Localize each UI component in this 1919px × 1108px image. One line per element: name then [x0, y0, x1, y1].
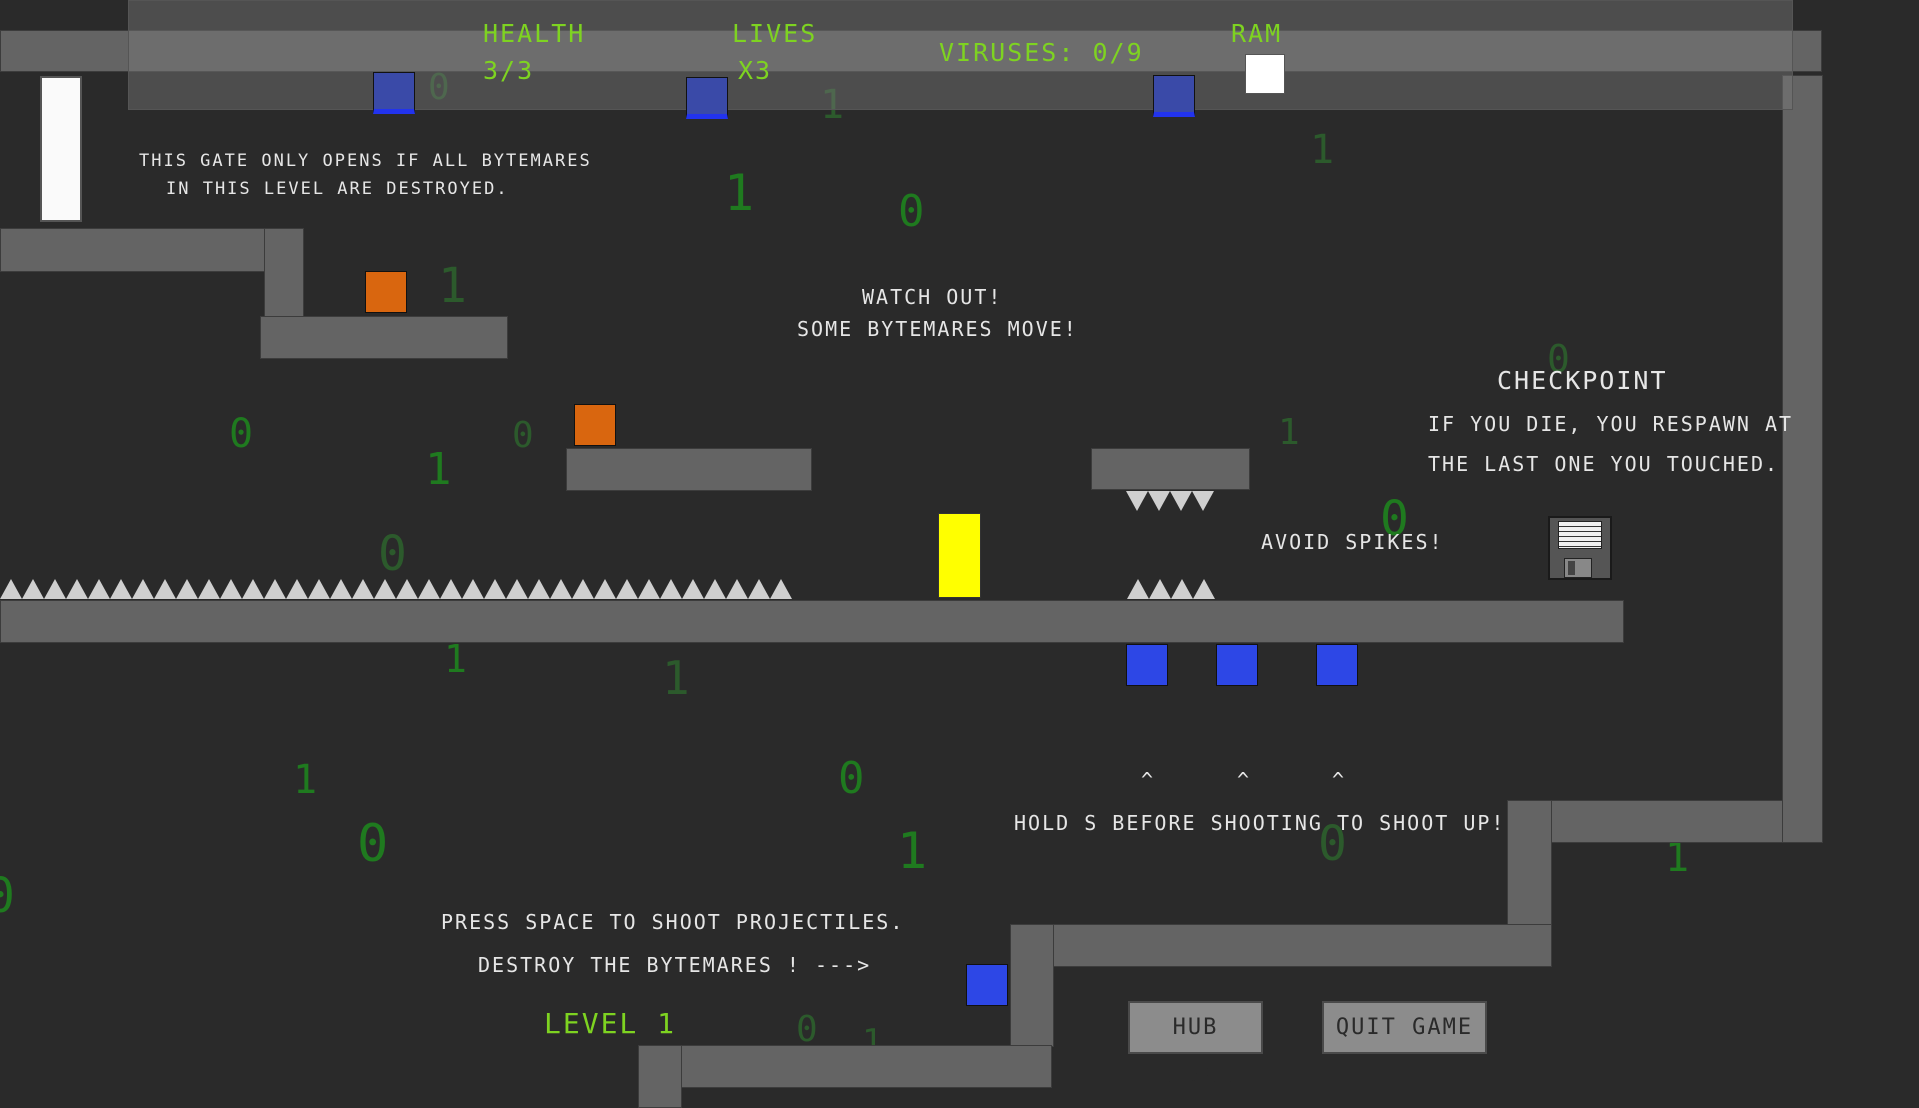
- bytemare-blue: [1216, 644, 1258, 686]
- bottom-floor: [680, 1045, 1052, 1088]
- bg-digit: 0: [378, 526, 407, 582]
- lower-middle-ledge: [1052, 924, 1552, 967]
- checkpoint-line1: IF YOU DIE, YOU RESPAWN AT: [1428, 412, 1794, 436]
- bg-digit: 0: [0, 868, 15, 924]
- health-value: 3/3: [483, 56, 535, 85]
- bytemare-orange: [365, 271, 407, 313]
- checkpoint-title: CHECKPOINT: [1497, 366, 1668, 395]
- lower-middle-step: [1010, 924, 1054, 1047]
- shoot-up-arrow: ^: [1141, 768, 1156, 792]
- bg-digit: 1: [1278, 412, 1300, 453]
- bytemare-blue: [1153, 75, 1195, 117]
- shoot-up-hint: HOLD S BEFORE SHOOTING TO SHOOT UP!: [1014, 811, 1506, 835]
- spike-platform: [1091, 448, 1250, 490]
- bg-digit: 1: [724, 164, 755, 222]
- bg-digit: 0: [357, 814, 389, 874]
- upper-platform: [260, 316, 508, 359]
- bytemare-blue: [1316, 644, 1358, 686]
- hub-level-button[interactable]: HUB LEVEL: [1128, 1001, 1263, 1089]
- bytemare-orange: [574, 404, 616, 446]
- middle-platform: [566, 448, 812, 491]
- bg-digit: 1: [662, 651, 690, 705]
- bg-digit: 1: [425, 444, 452, 495]
- ceiling-spikes: [1126, 491, 1214, 513]
- lower-right-ledge: [1550, 800, 1783, 843]
- bg-digit: 1: [897, 822, 928, 880]
- gate-hint-line2: IN THIS LEVEL ARE DESTROYED.: [166, 179, 509, 199]
- floor-spikes-left: [0, 579, 792, 601]
- watch-hint-line1: WATCH OUT!: [862, 285, 1003, 309]
- bg-digit: 1: [438, 258, 467, 314]
- bottom-step: [638, 1045, 682, 1108]
- gate-hint-line1: THIS GATE ONLY OPENS IF ALL BYTEMARES: [139, 151, 592, 171]
- bytemare-blue: [1126, 644, 1168, 686]
- bytemare-blue: [373, 72, 415, 114]
- shoot-hint-line2: DESTROY THE BYTEMARES ! --->: [478, 953, 872, 977]
- bg-digit: 0: [512, 415, 534, 456]
- checkpoint-floppy-icon: [1548, 516, 1612, 580]
- ledge-step: [264, 228, 304, 318]
- lower-right-step: [1507, 800, 1552, 928]
- level-label: LEVEL 1: [544, 1007, 677, 1040]
- checkpoint-line2: THE LAST ONE YOU TOUCHED.: [1428, 452, 1780, 476]
- quit-game-button[interactable]: QUIT GAME: [1322, 1001, 1487, 1054]
- viruses-counter: VIRUSES: 0/9: [939, 38, 1144, 67]
- main-floor: [0, 600, 1624, 643]
- lives-label: LIVES: [732, 19, 818, 48]
- bg-digit: 1: [1665, 835, 1690, 881]
- bg-digit: 0: [229, 411, 254, 457]
- bg-digit: 1: [444, 637, 467, 681]
- avoid-spikes-hint: AVOID SPIKES!: [1261, 530, 1444, 554]
- watch-hint-line2: SOME BYTEMARES MOVE!: [797, 317, 1078, 341]
- bg-digit: 1: [1310, 127, 1335, 173]
- bg-digit: 0: [796, 1009, 818, 1050]
- bg-digit: 0: [838, 753, 865, 804]
- floor-spikes-right: [1127, 579, 1215, 601]
- player: [938, 513, 981, 598]
- exit-gate: [40, 76, 82, 222]
- shoot-hint-line1: PRESS SPACE TO SHOOT PROJECTILES.: [441, 910, 905, 934]
- health-label: HEALTH: [483, 19, 586, 48]
- bytemare-blue: [686, 77, 728, 119]
- ram-label: RAM: [1231, 19, 1283, 48]
- bytemare-blue: [966, 964, 1008, 1006]
- bg-digit: 0: [898, 186, 925, 237]
- shoot-up-arrow: ^: [1237, 768, 1252, 792]
- ram-slot: [1245, 54, 1285, 94]
- right-wall: [1782, 75, 1823, 843]
- bg-digit: 1: [293, 757, 318, 803]
- lives-value: X3: [738, 56, 773, 85]
- shoot-up-arrow: ^: [1332, 768, 1347, 792]
- left-ledge: [0, 228, 266, 272]
